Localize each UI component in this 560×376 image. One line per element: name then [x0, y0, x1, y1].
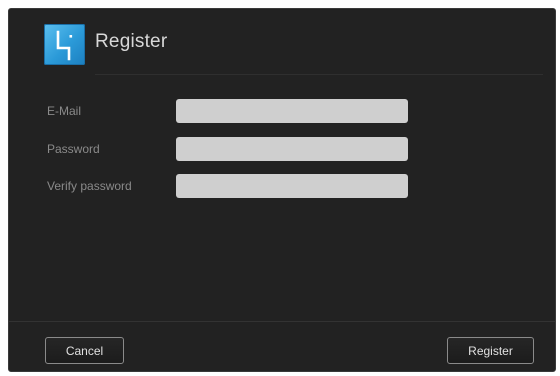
register-button[interactable]: Register [447, 337, 534, 364]
password-field[interactable] [176, 137, 408, 161]
header-divider [95, 74, 543, 75]
email-field[interactable] [176, 99, 408, 123]
register-dialog: Register E-Mail Password Verify password… [8, 8, 556, 372]
dialog-header: Register [9, 9, 555, 79]
password-label: Password [47, 142, 100, 156]
wd-logo-icon [44, 24, 85, 65]
dialog-title: Register [95, 31, 168, 52]
email-row: E-Mail [9, 99, 555, 125]
cancel-button[interactable]: Cancel [45, 337, 124, 364]
verify-password-label: Verify password [47, 179, 132, 193]
footer-divider [9, 321, 555, 322]
verify-password-field[interactable] [176, 174, 408, 198]
password-row: Password [9, 137, 555, 163]
email-label: E-Mail [47, 104, 82, 118]
verify-password-row: Verify password [9, 174, 555, 200]
